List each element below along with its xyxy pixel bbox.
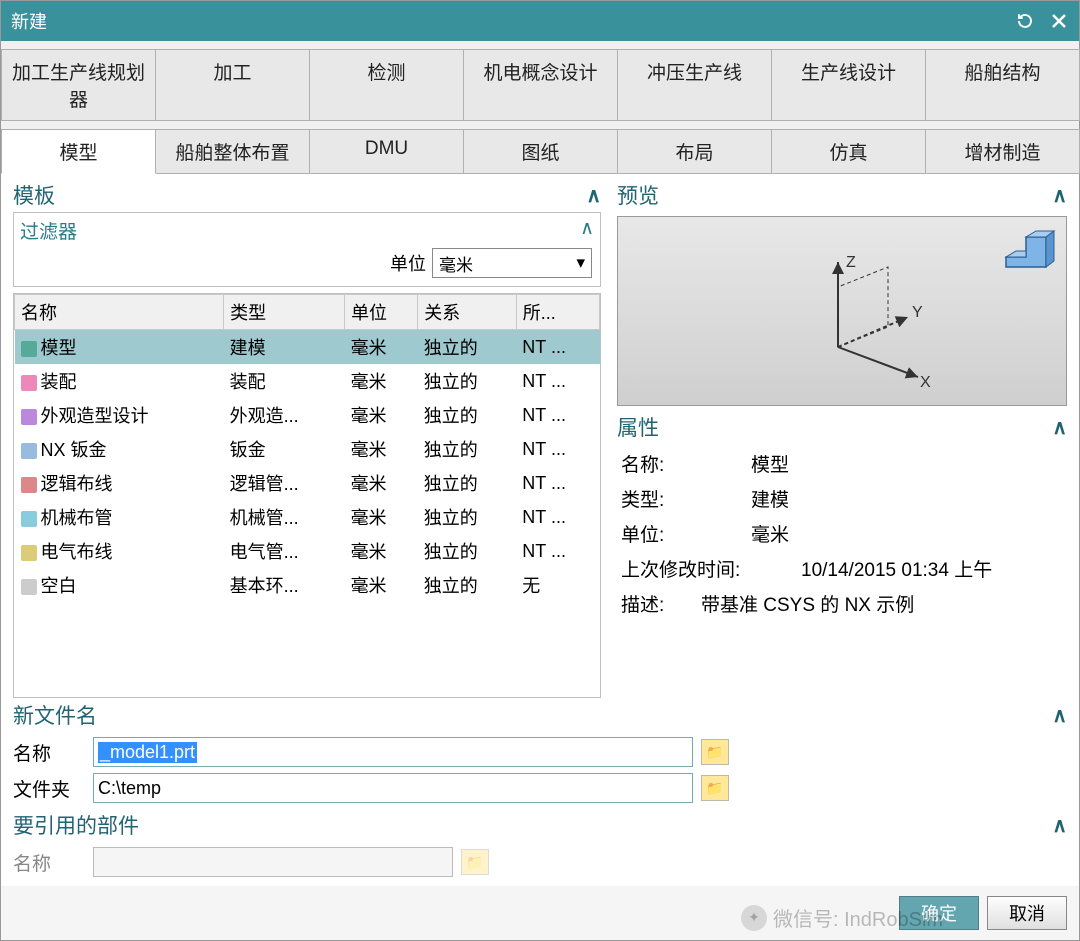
prop-unit-label: 单位: — [621, 520, 751, 547]
svg-text:Z: Z — [846, 254, 856, 271]
tab-增材制造[interactable]: 增材制造 — [925, 129, 1080, 174]
ok-button[interactable]: 确定 — [899, 896, 979, 930]
svg-text:X: X — [920, 374, 931, 391]
refpart-section-header[interactable]: 要引用的部件 ∧ — [7, 808, 1073, 842]
table-row[interactable]: 逻辑布线逻辑管...毫米独立的NT ... — [15, 466, 600, 500]
chevron-up-icon: ∧ — [1052, 415, 1067, 440]
column-header[interactable]: 单位 — [345, 295, 418, 330]
column-header[interactable]: 名称 — [15, 295, 224, 330]
table-row[interactable]: NX 钣金钣金毫米独立的NT ... — [15, 432, 600, 466]
newfile-name-label: 名称 — [13, 739, 93, 766]
column-header[interactable]: 类型 — [224, 295, 345, 330]
unit-select[interactable]: 毫米 ▾ — [432, 248, 592, 278]
chevron-up-icon: ∧ — [1052, 813, 1067, 838]
template-grid[interactable]: 名称类型单位关系所... 模型建模毫米独立的NT ...装配装配毫米独立的NT … — [13, 293, 601, 698]
chevron-up-icon: ∧ — [1052, 183, 1067, 208]
column-header[interactable]: 所... — [516, 295, 599, 330]
prop-type-label: 类型: — [621, 485, 751, 512]
template-icon — [21, 579, 37, 595]
filter-header[interactable]: 过滤器 ∧ — [20, 217, 594, 244]
newfile-name-input[interactable]: _model1.prt — [93, 737, 693, 767]
template-icon — [21, 545, 37, 561]
chevron-up-icon: ∧ — [1052, 703, 1067, 728]
prop-mod-label: 上次修改时间: — [621, 555, 801, 582]
refpart-heading: 要引用的部件 — [13, 810, 1052, 840]
template-icon — [21, 341, 37, 357]
table-row[interactable]: 机械布管机械管...毫米独立的NT ... — [15, 500, 600, 534]
tab-仿真[interactable]: 仿真 — [771, 129, 926, 174]
tab-DMU[interactable]: DMU — [309, 129, 464, 174]
dialog-footer: ✦ 微信号: IndRobSim 确定 取消 — [1, 886, 1079, 940]
new-dialog: 新建 加工生产线规划器加工检测机电概念设计冲压生产线生产线设计船舶结构 模型船舶… — [0, 0, 1080, 941]
tab-机电概念设计[interactable]: 机电概念设计 — [463, 49, 618, 121]
cancel-button[interactable]: 取消 — [987, 896, 1067, 930]
tab-船舶整体布置[interactable]: 船舶整体布置 — [155, 129, 310, 174]
wechat-icon: ✦ — [741, 905, 767, 931]
close-icon[interactable] — [1049, 11, 1069, 31]
tab-检测[interactable]: 检测 — [309, 49, 464, 121]
tab-图纸[interactable]: 图纸 — [463, 129, 618, 174]
tab-冲压生产线[interactable]: 冲压生产线 — [617, 49, 772, 121]
chevron-up-icon: ∧ — [580, 217, 594, 244]
template-icon — [21, 409, 37, 425]
chevron-up-icon: ∧ — [586, 183, 601, 208]
csys-axis-icon: Z X Y — [788, 247, 948, 397]
unit-label: 单位 — [390, 250, 426, 276]
properties-section-header[interactable]: 属性 ∧ — [611, 410, 1073, 444]
table-row[interactable]: 装配装配毫米独立的NT ... — [15, 364, 600, 398]
preview-heading: 预览 — [617, 180, 1052, 210]
template-icon — [21, 477, 37, 493]
dialog-title: 新建 — [11, 8, 47, 34]
prop-desc-value: 带基准 CSYS 的 NX 示例 — [701, 590, 914, 617]
newfile-form: 名称 _model1.prt 📁 文件夹 C:\temp 📁 — [7, 732, 1073, 808]
browse-refpart-button[interactable]: 📁 — [461, 849, 489, 875]
refpart-form: 名称 📁 — [7, 842, 1073, 882]
tab-加工生产线规划器[interactable]: 加工生产线规划器 — [1, 49, 156, 121]
table-row[interactable]: 模型建模毫米独立的NT ... — [15, 330, 600, 365]
reset-icon[interactable] — [1015, 11, 1035, 31]
prop-desc-label: 描述: — [621, 590, 701, 617]
tab-生产线设计[interactable]: 生产线设计 — [771, 49, 926, 121]
preview-section-header[interactable]: 预览 ∧ — [611, 178, 1073, 212]
newfile-folder-input[interactable]: C:\temp — [93, 773, 693, 803]
unit-select-value: 毫米 — [439, 251, 473, 276]
titlebar: 新建 — [1, 1, 1079, 41]
newfile-heading: 新文件名 — [13, 700, 1052, 730]
template-icon — [21, 375, 37, 391]
table-row[interactable]: 空白基本环...毫米独立的无 — [15, 568, 600, 602]
prop-mod-value: 10/14/2015 01:34 上午 — [801, 555, 992, 582]
prop-name-label: 名称: — [621, 450, 751, 477]
prop-name-value: 模型 — [751, 450, 789, 477]
table-row[interactable]: 外观造型设计外观造...毫米独立的NT ... — [15, 398, 600, 432]
prop-type-value: 建模 — [751, 485, 789, 512]
preview-image: Z X Y — [617, 216, 1067, 406]
svg-text:Y: Y — [912, 304, 923, 321]
template-icon — [21, 443, 37, 459]
template-heading: 模板 — [13, 180, 586, 210]
template-section-header[interactable]: 模板 ∧ — [7, 178, 607, 212]
chevron-down-icon: ▾ — [576, 253, 585, 273]
tabs-row-1: 加工生产线规划器加工检测机电概念设计冲压生产线生产线设计船舶结构 — [1, 41, 1079, 121]
properties-panel: 名称:模型 类型:建模 单位:毫米 上次修改时间:10/14/2015 01:3… — [611, 444, 1073, 623]
tab-船舶结构[interactable]: 船舶结构 — [925, 49, 1080, 121]
refpart-name-label: 名称 — [13, 849, 93, 876]
tabs-row-2: 模型船舶整体布置DMU图纸布局仿真增材制造 — [1, 121, 1079, 174]
filter-heading: 过滤器 — [20, 217, 580, 244]
column-header[interactable]: 关系 — [418, 295, 517, 330]
tab-模型[interactable]: 模型 — [1, 129, 156, 174]
refpart-name-input[interactable] — [93, 847, 453, 877]
model-cube-icon — [996, 227, 1056, 287]
newfile-section-header[interactable]: 新文件名 ∧ — [7, 698, 1073, 732]
filter-subsection: 过滤器 ∧ 单位 毫米 ▾ — [13, 212, 601, 287]
table-row[interactable]: 电气布线电气管...毫米独立的NT ... — [15, 534, 600, 568]
properties-heading: 属性 — [617, 412, 1052, 442]
content-area: 模板 ∧ 过滤器 ∧ 单位 毫米 ▾ — [1, 174, 1079, 886]
template-icon — [21, 511, 37, 527]
newfile-folder-label: 文件夹 — [13, 775, 93, 802]
browse-name-button[interactable]: 📁 — [701, 739, 729, 765]
browse-folder-button[interactable]: 📁 — [701, 775, 729, 801]
tab-布局[interactable]: 布局 — [617, 129, 772, 174]
tab-加工[interactable]: 加工 — [155, 49, 310, 121]
prop-unit-value: 毫米 — [751, 520, 789, 547]
